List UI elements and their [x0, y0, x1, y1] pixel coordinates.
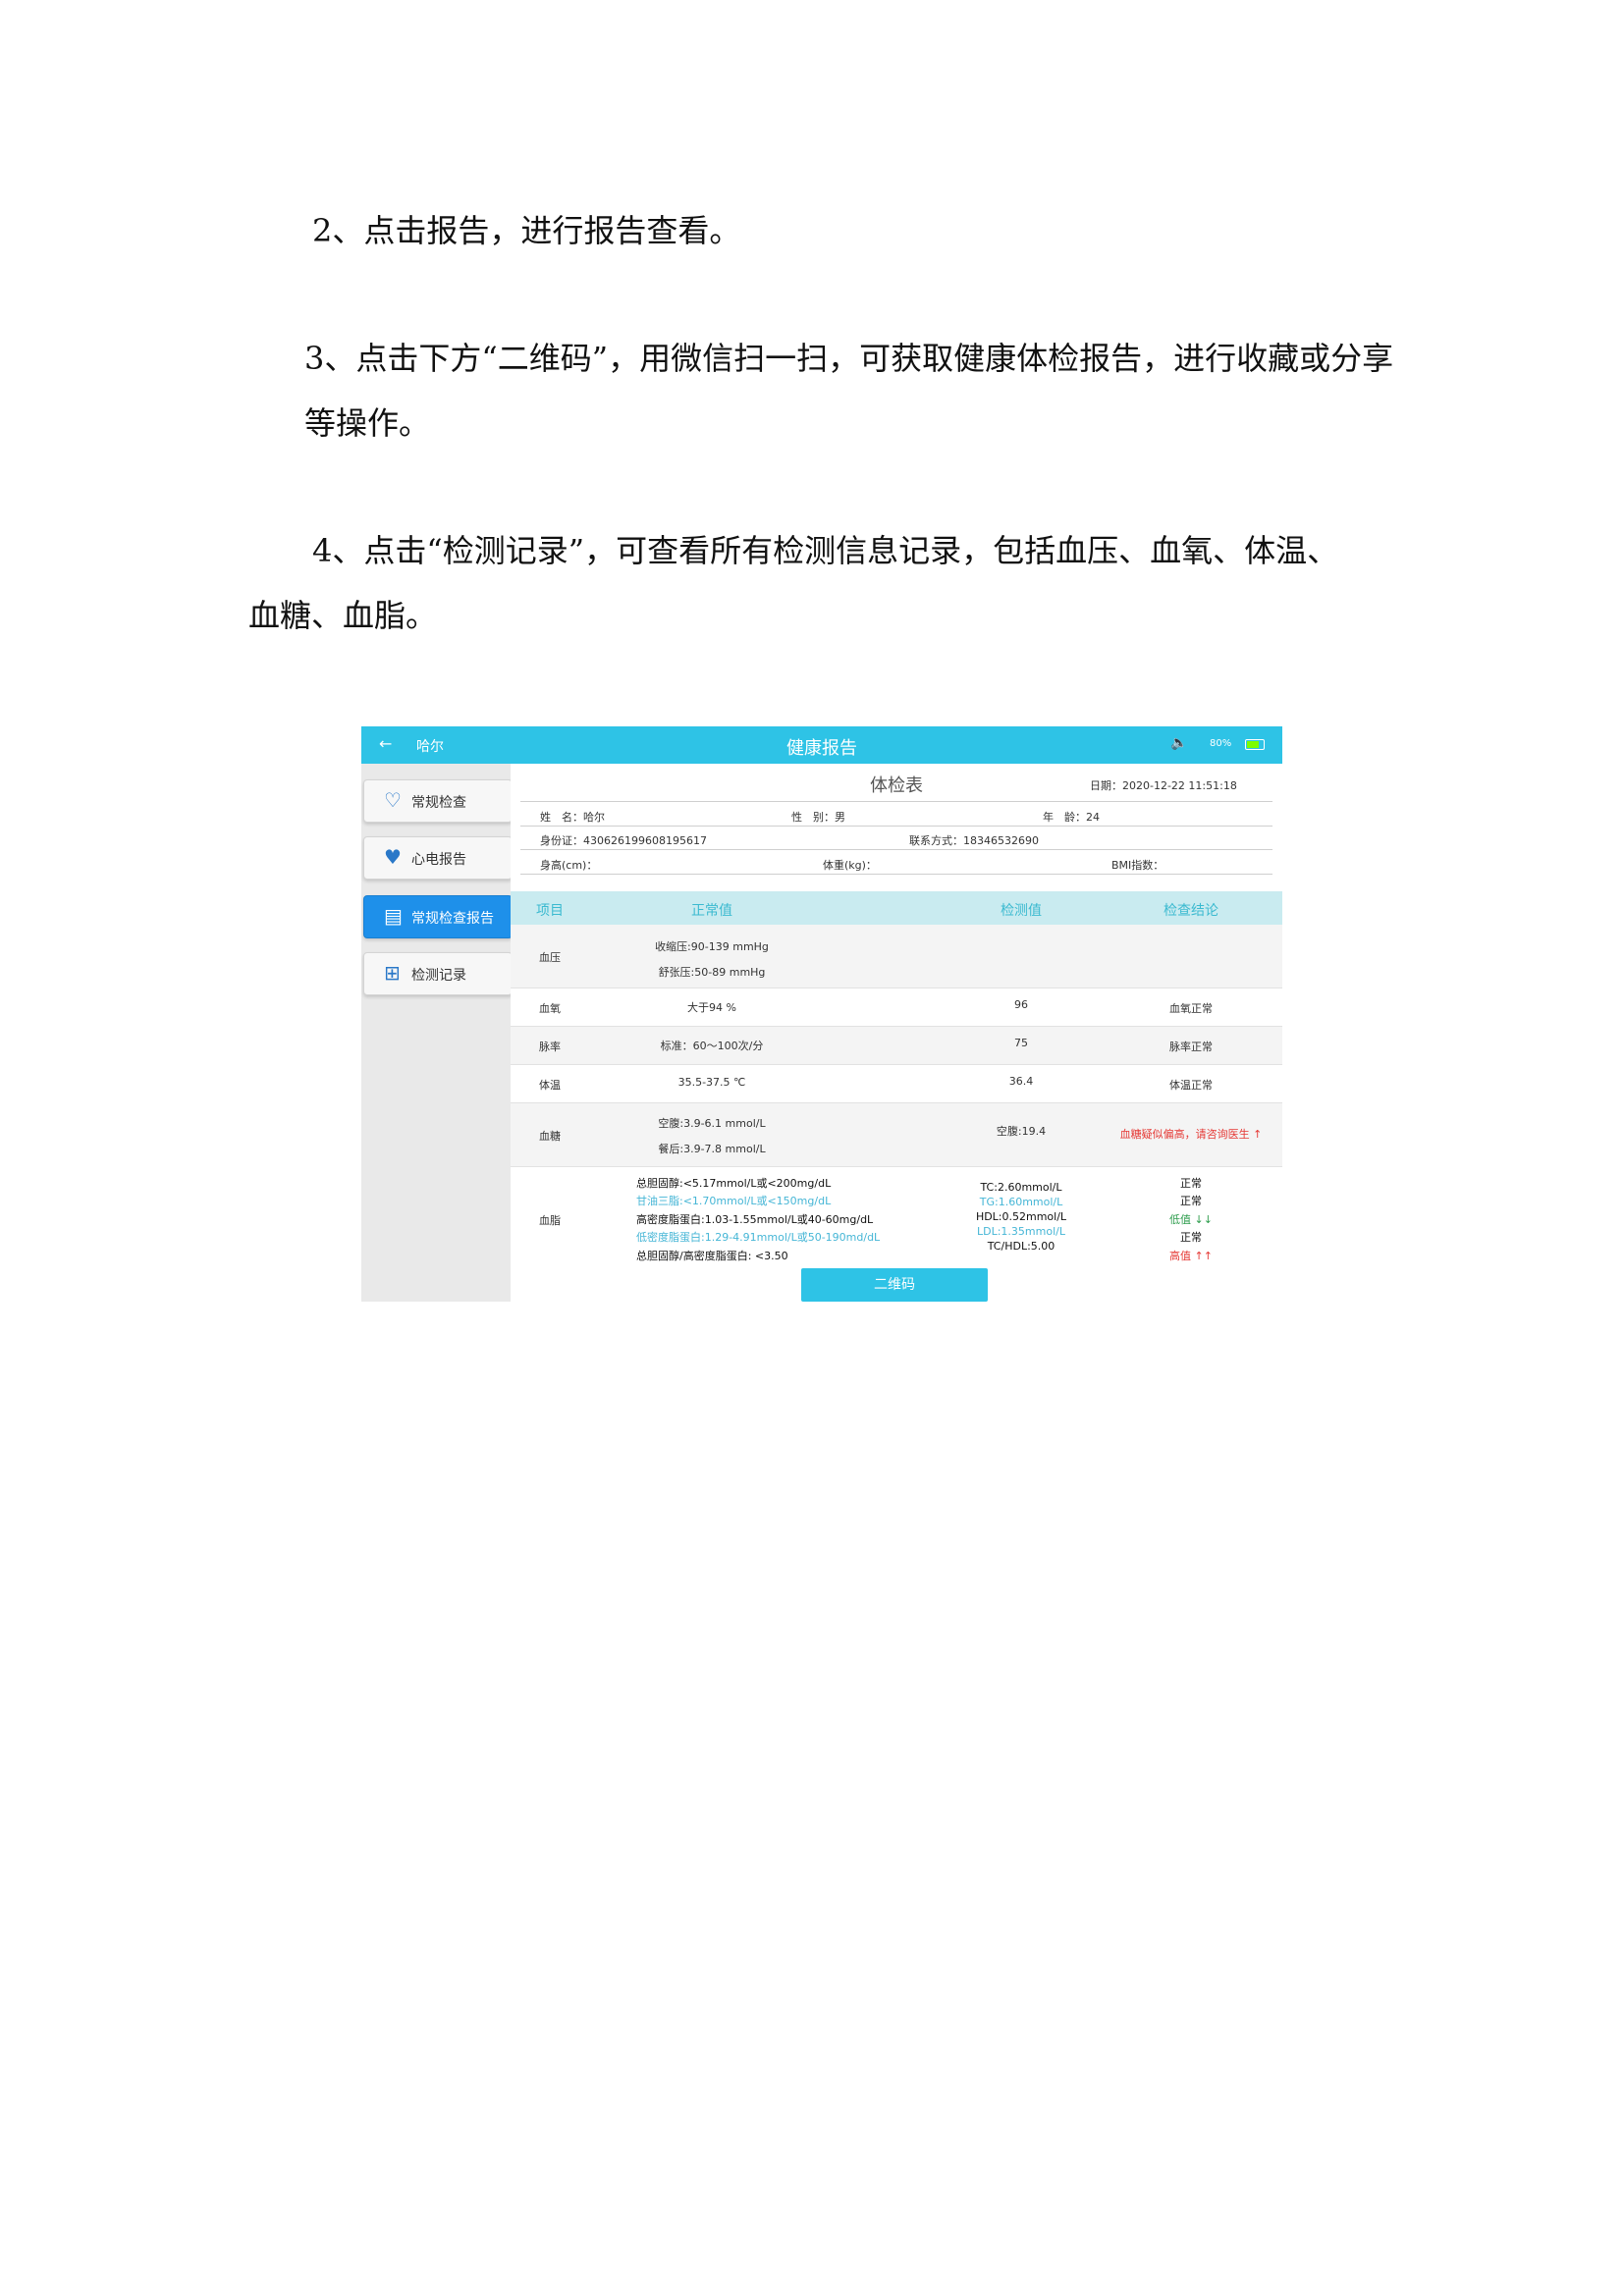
- instruction-step-4: 4、点击“检测记录”，可查看所有检测信息记录，包括血压、血氧、体温、 血糖、血脂…: [248, 518, 1407, 648]
- sidebar-item-label: 常规检查: [411, 795, 466, 811]
- normal-range: 餐后:3.9-7.8 mmol/L: [658, 1143, 766, 1155]
- header-normal-range: 正常值: [691, 903, 732, 919]
- item-name: 体温: [539, 1079, 561, 1092]
- patient-name: 姓 名：哈尔: [540, 811, 605, 824]
- normal-range: 高密度脂蛋白:1.03-1.55mmol/L或40-60mg/dL: [636, 1213, 874, 1226]
- patient-weight: 体重(kg)：: [823, 859, 877, 872]
- sidebar-item-ecg-report[interactable]: ♥ 心电报告: [363, 836, 513, 880]
- normal-range: 空腹:3.9-6.1 mmol/L: [658, 1117, 766, 1130]
- conclusion: 脉率正常: [1169, 1041, 1213, 1053]
- normal-range: 低密度脂蛋白:1.29-4.91mmol/L或50-190md/dL: [636, 1231, 881, 1244]
- stethoscope-icon: ♡: [384, 788, 402, 812]
- divider: [520, 801, 1272, 802]
- table-row-blood-lipid: 血脂 总胆固醇:<5.17mmol/L或<200mg/dL 甘油三脂:<1.70…: [511, 1167, 1282, 1265]
- table-row-blood-glucose: 血糖 空腹:3.9-6.1 mmol/L 餐后:3.9-7.8 mmol/L 空…: [511, 1103, 1282, 1167]
- divider: [520, 849, 1272, 850]
- conclusion-abnormal: 血糖疑似偏高，请咨询医生 ↑: [1119, 1128, 1263, 1141]
- header-measured-value: 检测值: [1001, 903, 1042, 919]
- sidebar: ♡ 常规检查 ♥ 心电报告 ▤ 常规检查报告 ⊞ 检测记录: [361, 764, 513, 1302]
- measured-value: HDL:0.52mmol/L: [975, 1210, 1067, 1223]
- volume-icon[interactable]: 🔈: [1170, 735, 1187, 751]
- patient-bmi: BMI指数：: [1111, 859, 1164, 872]
- patient-age: 年 龄：24: [1043, 811, 1100, 824]
- sidebar-item-routine-check[interactable]: ♡ 常规检查: [363, 779, 513, 823]
- item-name: 脉率: [539, 1041, 561, 1053]
- item-name: 血氧: [539, 1002, 561, 1015]
- qr-code-button[interactable]: 二维码: [801, 1268, 988, 1302]
- heart-pulse-icon: ♥: [384, 845, 402, 869]
- normal-range: 35.5-37.5 ℃: [677, 1076, 746, 1089]
- table-row-pulse: 脉率 标准：60～100次/分 75 脉率正常: [511, 1027, 1282, 1065]
- divider: [520, 874, 1272, 875]
- conclusion-high: 高值 ↑↑: [1169, 1250, 1213, 1262]
- sidebar-item-label: 检测记录: [411, 968, 466, 984]
- measured-value: 空腹:19.4: [996, 1125, 1047, 1138]
- normal-range: 甘油三脂:<1.70mmol/L或<150mg/dL: [636, 1195, 832, 1207]
- measured-value: 36.4: [1008, 1075, 1034, 1088]
- item-name: 血压: [539, 951, 561, 964]
- patient-height: 身高(cm)：: [540, 859, 598, 872]
- battery-icon: [1245, 739, 1265, 750]
- patient-contact: 联系方式：18346532690: [909, 834, 1039, 847]
- conclusion: 正常: [1180, 1231, 1202, 1244]
- measured-value: LDL:1.35mmol/L: [977, 1225, 1065, 1238]
- record-icon: ⊞: [384, 961, 401, 985]
- instruction-step-2: 2、点击报告，进行报告查看。: [312, 212, 741, 249]
- header-item: 项目: [536, 903, 564, 919]
- sidebar-item-routine-report[interactable]: ▤ 常规检查报告: [363, 895, 513, 938]
- conclusion-low: 低值 ↓↓: [1169, 1213, 1213, 1226]
- header-conclusion: 检查结论: [1164, 903, 1218, 919]
- conclusion: 正常: [1180, 1177, 1202, 1190]
- measured-value: 75: [1014, 1037, 1028, 1049]
- measured-value: TG:1.60mmol/L: [979, 1196, 1063, 1208]
- instruction-step-4-line1: 4、点击“检测记录”，可查看所有检测信息记录，包括血压、血氧、体温、: [312, 532, 1339, 569]
- measured-value: TC/HDL:5.00: [987, 1240, 1056, 1253]
- report-icon: ▤: [384, 904, 403, 928]
- normal-range: 收缩压:90-139 mmHg: [655, 940, 769, 953]
- normal-range: 总胆固醇/高密度脂蛋白: <3.50: [636, 1250, 788, 1262]
- divider: [520, 826, 1272, 827]
- conclusion: 血氧正常: [1169, 1002, 1213, 1015]
- conclusion: 正常: [1180, 1195, 1202, 1207]
- instruction-step-4-line2: 血糖、血脂。: [248, 597, 438, 634]
- table-row-temperature: 体温 35.5-37.5 ℃ 36.4 体温正常: [511, 1065, 1282, 1103]
- top-bar: ← 哈尔 健康报告 🔈 80%: [361, 726, 1282, 764]
- measured-value: 96: [1014, 998, 1028, 1011]
- app-title: 健康报告: [786, 738, 857, 759]
- item-name: 血糖: [539, 1130, 561, 1143]
- instruction-step-3: 3、点击下方“二维码”，用微信扫一扫，可获取健康体检报告，进行收藏或分享等操作。: [304, 340, 1394, 442]
- patient-gender: 性 别：男: [791, 811, 845, 824]
- measured-value: TC:2.60mmol/L: [980, 1181, 1062, 1194]
- sidebar-item-records[interactable]: ⊞ 检测记录: [363, 952, 513, 995]
- battery-level: 80%: [1210, 738, 1232, 749]
- patient-id-card: 身份证：430626199608195617: [540, 834, 707, 847]
- conclusion: 体温正常: [1169, 1079, 1213, 1092]
- table-row-blood-pressure: 血压 收缩压:90-139 mmHg 舒张压:50-89 mmHg: [511, 925, 1282, 988]
- sidebar-item-label: 常规检查报告: [411, 911, 494, 927]
- report-sheet: 体检表 日期：2020-12-22 11:51:18 姓 名：哈尔 性 别：男 …: [511, 764, 1282, 1302]
- sidebar-item-label: 心电报告: [411, 852, 466, 868]
- normal-range: 总胆固醇:<5.17mmol/L或<200mg/dL: [636, 1177, 832, 1190]
- table-row-spo2: 血氧 大于94 % 96 血氧正常: [511, 988, 1282, 1027]
- table-header: 项目 正常值 检测值 检查结论: [511, 891, 1282, 925]
- normal-range: 大于94 %: [687, 1001, 736, 1014]
- normal-range: 舒张压:50-89 mmHg: [658, 966, 766, 979]
- normal-range: 标准：60～100次/分: [660, 1040, 764, 1052]
- report-date: 日期：2020-12-22 11:51:18: [1090, 779, 1237, 792]
- item-name: 血脂: [539, 1214, 561, 1227]
- app-screenshot: ← 哈尔 健康报告 🔈 80% ♡ 常规检查 ♥ 心电报告 ▤ 常规检查报告 ⊞…: [361, 726, 1282, 1302]
